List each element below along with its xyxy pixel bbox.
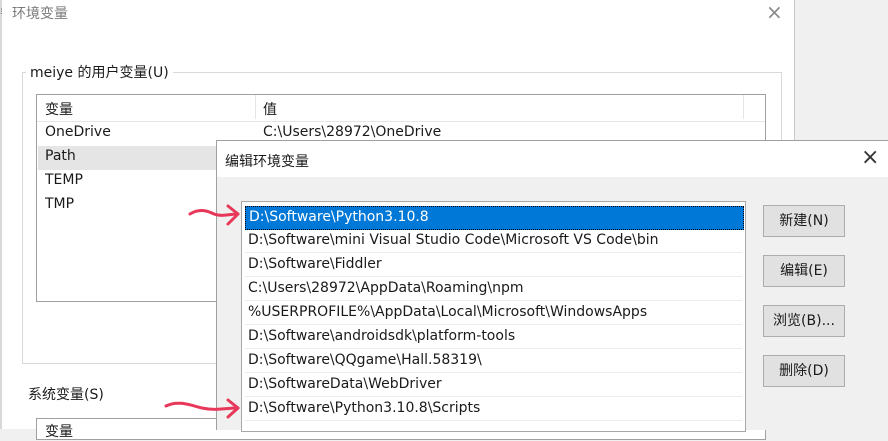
path-entry[interactable]: D:\Software\Python3.10.8 — [245, 206, 744, 230]
edit-dialog-title: 编辑环境变量 — [225, 154, 309, 170]
annotation-arrow-icon — [164, 398, 240, 419]
new-button[interactable]: 新建(N) — [763, 205, 845, 237]
close-icon[interactable]: × — [766, 0, 783, 24]
path-entry[interactable]: D:\Software\androidsdk\platform-tools — [245, 326, 742, 349]
column-header-variable[interactable]: 变量 — [45, 421, 73, 441]
path-entry[interactable]: C:\Users\28972\AppData\Roaming\npm — [245, 278, 742, 301]
user-var-value: C:\Users\28972\OneDrive — [263, 124, 442, 140]
column-divider[interactable] — [255, 95, 256, 119]
user-vars-header: 变量 值 — [37, 95, 765, 122]
column-header-value[interactable]: 值 — [263, 99, 277, 119]
user-var-name: TEMP — [45, 172, 83, 188]
column-header-variable[interactable]: 变量 — [45, 99, 73, 119]
annotation-arrow-icon — [188, 204, 240, 226]
user-vars-group-label: meiye 的用户变量(U) — [26, 62, 173, 82]
system-vars-group-label: 系统变量(S) — [28, 387, 104, 403]
env-window-title: 环境变量 — [12, 6, 68, 22]
path-entry[interactable]: %USERPROFILE%\AppData\Local\Microsoft\Wi… — [245, 302, 742, 325]
edit-dialog-titlebar[interactable]: 编辑环境变量 × — [217, 141, 888, 177]
path-entry[interactable]: D:\Software\Python3.10.8\Scripts — [245, 398, 742, 421]
column-divider[interactable] — [743, 95, 744, 119]
path-entry[interactable]: D:\Software\mini Visual Studio Code\Micr… — [245, 230, 742, 253]
path-entry[interactable]: D:\Software\QQgame\Hall.58319\ — [245, 350, 742, 373]
browse-button[interactable]: 浏览(B)... — [763, 305, 845, 337]
edit-env-var-dialog: 编辑环境变量 × D:\Software\Python3.10.8 D:\Sof… — [216, 140, 888, 432]
path-entries-list[interactable]: D:\Software\Python3.10.8 D:\Software\min… — [241, 201, 746, 432]
user-var-name: OneDrive — [45, 124, 111, 140]
path-entry[interactable]: D:\Software\Fiddler — [245, 254, 742, 277]
delete-button[interactable]: 删除(D) — [763, 355, 845, 387]
close-icon[interactable]: × — [861, 145, 879, 170]
user-var-name: Path — [45, 148, 76, 164]
edit-button[interactable]: 编辑(E) — [763, 255, 845, 287]
user-var-name: TMP — [45, 196, 75, 212]
path-entry[interactable]: D:\SoftwareData\WebDriver — [245, 374, 742, 397]
